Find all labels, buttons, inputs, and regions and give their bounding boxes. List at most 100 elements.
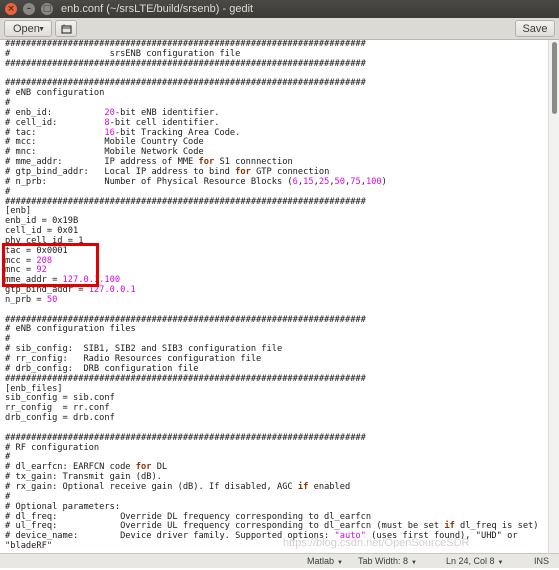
code-token: 16 [104, 127, 115, 138]
watermark: https://blog.csdn.net/OpenSourceSDR [283, 537, 470, 549]
code-token: # eNB configuration files [5, 324, 136, 335]
code-token: 25 [318, 176, 330, 187]
status-bar: Matlab ▼ Tab Width: 8 ▼ Ln 24, Col 8 ▼ INS [0, 553, 559, 568]
code-token: for [235, 166, 251, 177]
code-token: [enb_files] [5, 383, 63, 394]
tab-width-selector[interactable]: Tab Width: 8 ▼ [358, 555, 417, 568]
vertical-scrollbar[interactable] [548, 40, 559, 553]
cursor-position[interactable]: Ln 24, Col 8 ▼ [446, 555, 504, 568]
chevron-down-icon: ▼ [497, 560, 504, 566]
code-token: ########################################… [5, 78, 366, 89]
code-line[interactable]: drb_config = drb.conf [5, 413, 548, 424]
code-token: # eNB configuration [5, 88, 105, 99]
code-line[interactable]: cell_id = 0x01 [5, 226, 548, 237]
window-title: enb.conf (~/srsLTE/build/srsenb) - gedit [61, 3, 254, 15]
chevron-down-icon: ▼ [411, 560, 417, 566]
close-window-button[interactable]: × [5, 3, 17, 15]
code-line[interactable]: n_prb = 50 [5, 294, 548, 306]
maximize-window-button[interactable]: □ [41, 3, 53, 15]
code-token: ########################################… [5, 58, 366, 69]
window-titlebar: × – □ enb.conf (~/srsLTE/build/srsenb) -… [0, 0, 559, 18]
code-line[interactable]: enb_id = 0x19B [5, 216, 548, 227]
code-line[interactable]: # RF configuration [5, 442, 548, 454]
code-token: "bladeRF" [5, 541, 53, 552]
new-tab-icon [60, 24, 72, 34]
language-selector[interactable]: Matlab ▼ [307, 555, 343, 568]
highlight-box [2, 243, 99, 287]
code-token: # rr_config: Radio Resources configurati… [5, 354, 262, 364]
scrollbar-thumb[interactable] [552, 42, 557, 114]
code-token: sib_config = sib.conf [5, 393, 115, 404]
editor-text[interactable]: ########################################… [0, 40, 548, 552]
code-token: if [297, 481, 309, 492]
code-token: 20 [104, 107, 115, 118]
new-tab-button[interactable] [55, 20, 77, 37]
insert-mode: INS [534, 556, 550, 566]
code-token: ) [381, 176, 387, 187]
code-token: GTP connection [250, 166, 330, 177]
code-line[interactable]: # n_prb: Number of Physical Resource Blo… [5, 176, 548, 188]
code-token: # enb_id: [5, 107, 105, 118]
code-token: 15 [303, 176, 314, 187]
code-token: # rx_gain: Optional receive gain (dB). I… [5, 481, 298, 492]
code-token: # cell_id: [5, 117, 105, 128]
code-line[interactable]: ########################################… [5, 373, 548, 385]
tab-width-label: Tab Width: 8 [358, 556, 409, 566]
code-token: # [5, 186, 11, 197]
chevron-down-icon: ▼ [337, 560, 343, 566]
code-token: n_prb = [5, 294, 47, 305]
code-token: # tac: [5, 127, 105, 138]
code-token: # tx_gain: Transmit gain (dB). [5, 472, 162, 483]
code-token: # [5, 334, 11, 345]
code-token: enabled [308, 481, 351, 492]
code-token: ########################################… [5, 40, 366, 49]
code-token: -bit Tracking Area Code. [114, 127, 241, 138]
code-line[interactable]: # rx_gain: Optional receive gain (dB). I… [5, 481, 548, 493]
code-token: -bit eNB identifier. [114, 107, 220, 118]
code-token: # [5, 98, 11, 109]
code-token: ########################################… [5, 373, 366, 384]
code-token: # mnc: Mobile Network Code [5, 147, 204, 158]
code-token: for [135, 462, 152, 473]
code-token: 75 [350, 176, 361, 187]
code-token: # [5, 491, 11, 502]
code-token: [enb] [5, 206, 32, 217]
language-label: Matlab [307, 556, 335, 566]
code-token: # dl_earfcn: EARFCN code [5, 462, 136, 473]
code-token: # n_prb: Number of Physical Resource Blo… [5, 176, 293, 187]
save-button[interactable]: Save [515, 20, 555, 37]
code-token: drb_config = drb.conf [5, 413, 115, 424]
code-token: ########################################… [5, 432, 366, 443]
code-token: for [198, 157, 215, 168]
code-token: # drb_config: DRB configuration file [5, 363, 199, 374]
minimize-window-button[interactable]: – [23, 3, 35, 15]
code-token: if [444, 521, 455, 532]
code-line[interactable]: gtp_bind_addr = 127.0.0.1 [5, 285, 548, 296]
code-token: # RF configuration [5, 442, 100, 453]
open-button[interactable]: Open ▼ [4, 20, 52, 37]
code-line[interactable]: ########################################… [5, 196, 548, 208]
code-line[interactable]: [enb] [5, 206, 548, 217]
code-line[interactable]: # eNB configuration [5, 88, 548, 99]
code-token: # mcc: Mobile Country Code [5, 137, 204, 148]
code-token: ########################################… [5, 314, 366, 325]
code-token: # [5, 452, 11, 463]
code-line[interactable]: ########################################… [5, 58, 548, 70]
code-token: cell_id = 0x01 [5, 226, 79, 237]
code-line[interactable]: # eNB configuration files [5, 325, 548, 335]
header-bar: Open ▼ Save [0, 18, 559, 40]
cursor-position-label: Ln 24, Col 8 [446, 556, 495, 566]
code-token: 50 [334, 176, 346, 187]
code-token: dl_freq is set) [454, 521, 539, 532]
code-token: enb_id = 0x19B [5, 216, 79, 227]
code-token: rr_config = rr.conf [5, 403, 110, 414]
code-token: # gtp_bind_addr: Local IP address to bin… [5, 166, 236, 177]
code-token: # mme_addr: IP address of MME [5, 157, 199, 168]
code-token: 100 [365, 176, 382, 187]
code-token: DL [151, 462, 168, 473]
code-token: ########################################… [5, 196, 366, 207]
code-token: # dl_freq: Override DL frequency corresp… [5, 511, 372, 522]
text-editor[interactable]: ########################################… [0, 40, 548, 553]
code-token: # ul_freq: Override UL frequency corresp… [5, 521, 445, 532]
code-token: # Optional parameters: [5, 501, 121, 512]
